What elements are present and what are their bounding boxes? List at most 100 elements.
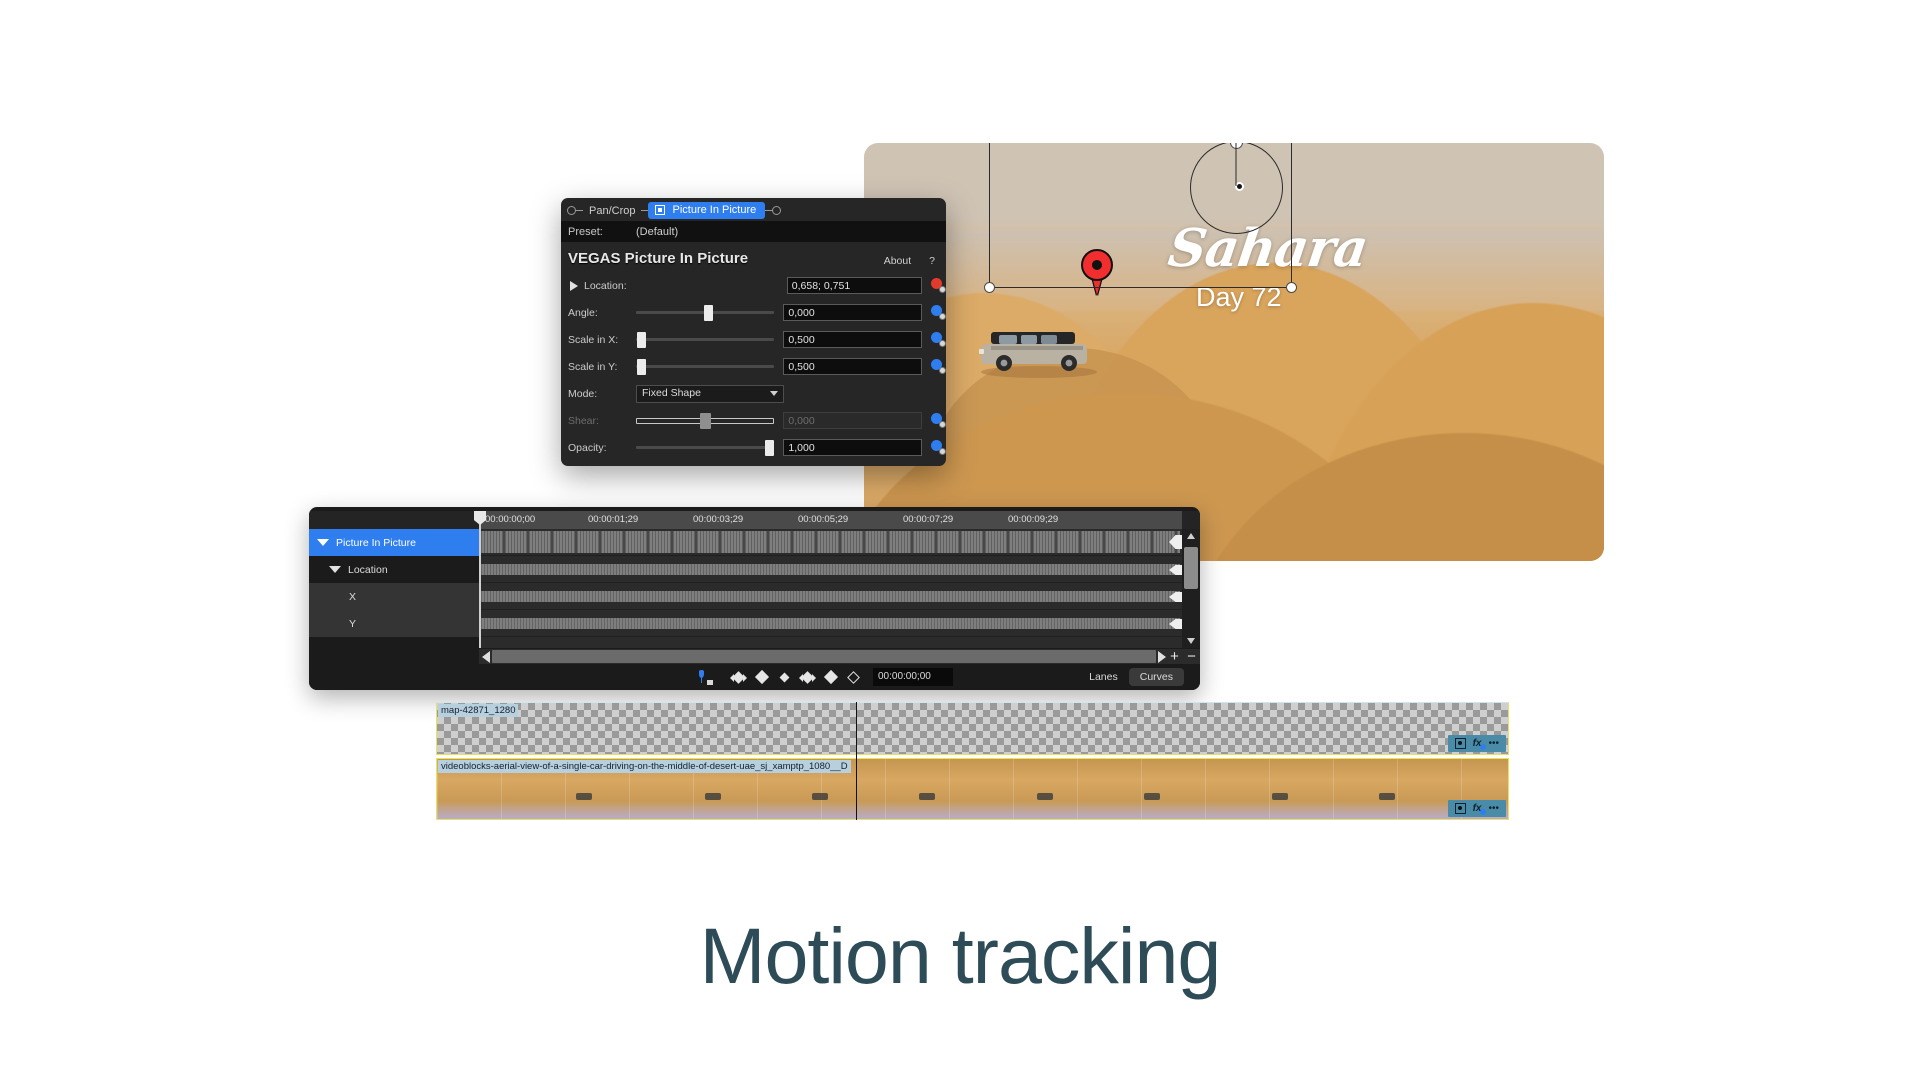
keyframe-toggle-icon[interactable] <box>931 440 946 455</box>
thumbnail-divider <box>1397 759 1398 819</box>
scrollbar-thumb[interactable] <box>1184 547 1198 589</box>
horizontal-scrollbar[interactable]: + − <box>479 648 1200 665</box>
tree-row-location[interactable]: Location <box>309 556 479 583</box>
keyframe-toggle-icon[interactable] <box>931 359 946 374</box>
help-button[interactable]: ? <box>929 255 935 267</box>
tab-chain-line <box>765 210 773 211</box>
clip-thumbnail-car <box>1036 793 1053 800</box>
location-value-field[interactable]: 0,658; 0,751 <box>786 277 923 294</box>
picture-in-picture-plugin-dialog[interactable]: Pan/Crop Picture In Picture Preset: (Def… <box>561 198 946 466</box>
keyframe-toggle-icon[interactable] <box>931 413 946 428</box>
keyframe-lane[interactable] <box>479 610 1182 637</box>
page-caption: Motion tracking <box>699 911 1222 1000</box>
keyframe-delete-icon[interactable] <box>842 668 865 686</box>
lanes-button[interactable]: Lanes <box>1078 668 1129 686</box>
clip-thumbnail-car <box>918 793 935 800</box>
vertical-scrollbar[interactable] <box>1182 529 1200 648</box>
clip-thumbnail-car <box>704 793 721 800</box>
keyframe-lanes-area[interactable] <box>479 529 1182 648</box>
keyframe-lane[interactable] <box>479 529 1182 556</box>
keyframe-prev-next-icon[interactable] <box>727 668 750 686</box>
mode-dropdown[interactable]: Fixed Shape <box>636 384 784 403</box>
tab-pan-crop[interactable]: Pan/Crop <box>583 203 641 219</box>
curves-button[interactable]: Curves <box>1128 668 1184 686</box>
thumbnail-divider <box>1013 759 1014 819</box>
thumbnail-divider <box>1141 759 1142 819</box>
param-row-location[interactable]: Location: 0,658; 0,751 <box>561 272 946 299</box>
scroll-up-icon[interactable] <box>1187 533 1195 539</box>
timeline-cursor[interactable] <box>856 702 857 820</box>
keyframe-toolbar[interactable]: 00:00:00;00 Lanes Curves <box>309 664 1200 690</box>
scale-y-slider[interactable] <box>635 358 775 375</box>
scroll-down-icon[interactable] <box>1187 638 1195 644</box>
video-preview-monitor[interactable]: Sahara Day 72 <box>864 143 1604 561</box>
tree-row-x[interactable]: X <box>309 583 479 610</box>
center-anchor-handle[interactable] <box>1235 182 1244 191</box>
keyframe-toggle-icon[interactable] <box>931 278 946 293</box>
keyframe-timeline-ruler[interactable]: 00:00:00;00 00:00:01;29 00:00:03;29 00:0… <box>309 511 1200 529</box>
rotation-handle[interactable] <box>1230 143 1243 149</box>
scrollbar-thumb[interactable] <box>492 650 1156 663</box>
fx-icon[interactable]: fx <box>1473 803 1487 815</box>
param-label: Angle: <box>568 306 598 319</box>
zoom-out-button[interactable]: − <box>1183 648 1200 665</box>
scroll-left-icon[interactable] <box>482 650 490 663</box>
angle-slider[interactable] <box>635 304 775 321</box>
timeline-tracks[interactable]: map-42871_1280 fx ••• videoblocks-aerial… <box>436 702 1509 820</box>
clip-button-group[interactable]: fx ••• <box>1447 735 1506 752</box>
collapse-triangle-icon[interactable] <box>329 566 341 573</box>
crop-icon[interactable] <box>1454 738 1466 749</box>
tab-picture-in-picture[interactable]: Picture In Picture <box>648 202 766 219</box>
about-button[interactable]: About <box>884 255 911 267</box>
map-pin-icon <box>840 712 866 738</box>
timeline-clip-video[interactable]: videoblocks-aerial-view-of-a-single-car-… <box>436 758 1509 820</box>
param-row-scale-y[interactable]: Scale in Y: 0,500 <box>561 353 946 380</box>
keyframe-toggle-icon[interactable] <box>931 305 946 320</box>
preset-value[interactable]: (Default) <box>636 226 678 238</box>
preset-row[interactable]: Preset: (Default) <box>561 221 946 242</box>
chevron-down-icon <box>770 391 778 396</box>
keyframe-previous-icon[interactable] <box>796 668 819 686</box>
keyframe-panel[interactable]: 00:00:00;00 00:00:01;29 00:00:03;29 00:0… <box>309 507 1200 690</box>
tree-row-y[interactable]: Y <box>309 610 479 637</box>
opacity-value-field[interactable]: 1,000 <box>783 439 923 456</box>
keyframe-set-icon[interactable] <box>819 668 842 686</box>
map-pin-icon <box>1009 708 1035 734</box>
clip-thumbnail-car <box>576 793 593 800</box>
scale-x-value-field[interactable]: 0,500 <box>783 331 923 348</box>
play-icon[interactable] <box>1158 650 1166 663</box>
playhead-cursor[interactable] <box>474 511 486 648</box>
thumbnail-divider <box>1269 759 1270 819</box>
param-row-mode[interactable]: Mode: Fixed Shape <box>561 380 946 407</box>
clip-button-group[interactable]: fx ••• <box>1447 800 1506 817</box>
plugin-tab-bar[interactable]: Pan/Crop Picture In Picture <box>561 198 946 219</box>
tree-row-picture-in-picture[interactable]: Picture In Picture <box>309 529 479 556</box>
map-pin-icon <box>727 712 753 738</box>
collapse-triangle-icon[interactable] <box>317 539 329 546</box>
fx-icon[interactable]: fx <box>1473 738 1487 750</box>
scale-x-slider[interactable] <box>635 331 775 348</box>
param-row-scale-x[interactable]: Scale in X: 0,500 <box>561 326 946 353</box>
zoom-in-button[interactable]: + <box>1166 648 1183 665</box>
keyframe-parameter-tree[interactable]: Picture In Picture Location X Y <box>309 529 479 648</box>
expander-triangle-icon[interactable] <box>570 280 578 291</box>
keyframe-lock-icon[interactable] <box>697 669 713 685</box>
ruler-tick: 00:00:00;00 <box>485 514 536 525</box>
keyframe-small-icon[interactable] <box>773 668 796 686</box>
timeline-clip-overlay[interactable]: map-42871_1280 fx ••• <box>436 702 1509 755</box>
keyframe-add-icon[interactable] <box>750 668 773 686</box>
scale-y-value-field[interactable]: 0,500 <box>783 358 923 375</box>
keyframe-lane[interactable] <box>479 556 1182 583</box>
map-pin-icon <box>952 712 978 738</box>
keyframe-lane[interactable] <box>479 583 1182 610</box>
param-row-angle[interactable]: Angle: 0,000 <box>561 299 946 326</box>
map-pin-icon <box>1234 708 1260 734</box>
keyframe-toggle-icon[interactable] <box>931 332 946 347</box>
keyframe-timecode-field[interactable]: 00:00:00;00 <box>873 668 953 686</box>
param-row-opacity[interactable]: Opacity: 1,000 <box>561 434 946 461</box>
angle-value-field[interactable]: 0,000 <box>783 304 923 321</box>
more-options-icon[interactable]: ••• <box>1488 803 1499 814</box>
opacity-slider[interactable] <box>635 439 775 456</box>
crop-icon[interactable] <box>1454 803 1466 814</box>
more-options-icon[interactable]: ••• <box>1488 738 1499 749</box>
